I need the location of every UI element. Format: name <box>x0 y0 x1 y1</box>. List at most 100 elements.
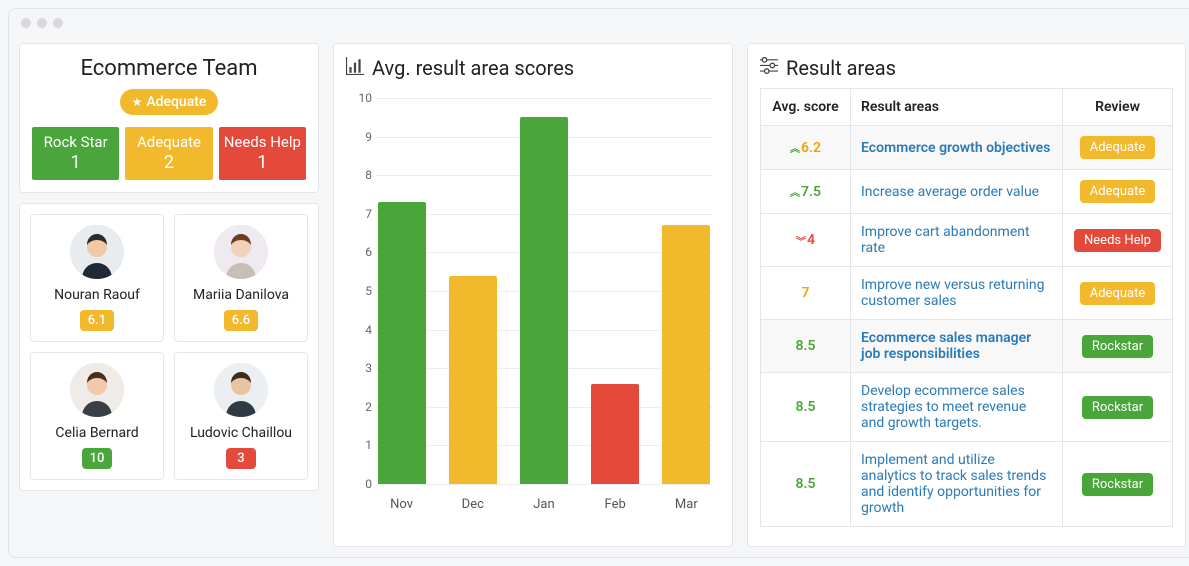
person-score-badge: 6.6 <box>224 310 258 331</box>
team-stats-row: Rock Star 1 Adequate 2 Needs Help 1 <box>32 127 306 180</box>
content-area: Ecommerce Team ★ Adequate Rock Star 1 Ad… <box>9 37 1189 557</box>
chart-gridline <box>376 484 712 485</box>
chart-bar[interactable] <box>662 225 710 484</box>
avatar <box>214 363 268 417</box>
stat-rockstar[interactable]: Rock Star 1 <box>32 127 119 180</box>
col-result-areas[interactable]: Result areas <box>851 89 1063 126</box>
chart-xlabel: Nov <box>378 497 426 512</box>
review-badge[interactable]: Adequate <box>1080 136 1155 159</box>
person-score-badge: 3 <box>226 448 256 469</box>
review-badge[interactable]: Needs Help <box>1074 229 1161 252</box>
chart-bar[interactable] <box>591 384 639 484</box>
review-badge[interactable]: Rockstar <box>1082 335 1153 358</box>
people-grid: Nouran Raouf 6.1 Mariia Danilova 6.6 Celia B… <box>30 214 308 480</box>
stat-needs-help-count: 1 <box>223 152 302 175</box>
chart-xlabels: Nov Dec Jan Feb Mar <box>376 497 712 512</box>
chart-bar[interactable] <box>449 276 497 484</box>
table-row: 7 Improve new versus returning customer s… <box>761 267 1173 320</box>
row-avg-score: ︾4 <box>796 232 815 248</box>
chart-bar[interactable] <box>378 202 426 484</box>
chart-ylabel: 0 <box>346 477 372 491</box>
chart-area: 012345678910 NovDecJanFebMar <box>346 92 720 512</box>
chart-card: Avg. result area scores 012345678910 Nov… <box>333 43 733 547</box>
chart-title: Avg. result area scores <box>372 56 574 80</box>
star-icon: ★ <box>132 95 143 109</box>
chart-ylabel: 2 <box>346 400 372 414</box>
trend-up-icon: ︽ <box>790 184 800 199</box>
stat-adequate-label: Adequate <box>137 133 201 151</box>
stat-needs-help-label: Needs Help <box>224 133 301 151</box>
stat-adequate-count: 2 <box>129 152 208 175</box>
app-window: Ecommerce Team ★ Adequate Rock Star 1 Ad… <box>8 8 1189 558</box>
trend-up-icon: ︽ <box>790 140 800 155</box>
result-table-header-row: Avg. score Result areas Review <box>761 89 1173 126</box>
sliders-icon <box>760 56 778 80</box>
person-card[interactable]: Ludovic Chaillou 3 <box>174 352 308 480</box>
table-row: ︽6.2Ecommerce growth objectivesAdequate <box>761 126 1173 170</box>
review-badge[interactable]: Rockstar <box>1082 396 1153 419</box>
chart-ylabel: 3 <box>346 361 372 375</box>
result-area-link[interactable]: Improve new versus returning customer sa… <box>861 277 1044 309</box>
chart-ylabel: 5 <box>346 284 372 298</box>
person-card[interactable]: Mariia Danilova 6.6 <box>174 214 308 342</box>
stat-needs-help[interactable]: Needs Help 1 <box>219 127 306 180</box>
result-area-link[interactable]: Ecommerce sales manager job responsibili… <box>861 330 1031 362</box>
person-score-badge: 6.1 <box>80 310 114 331</box>
chart-xlabel: Mar <box>662 497 710 512</box>
window-dot-1 <box>21 18 31 28</box>
chart-xlabel: Feb <box>591 497 639 512</box>
result-table: Avg. score Result areas Review ︽6.2Ecomm… <box>760 88 1173 527</box>
avatar <box>214 225 268 279</box>
person-card[interactable]: Nouran Raouf 6.1 <box>30 214 164 342</box>
avatar <box>70 225 124 279</box>
chart-ylabel: 10 <box>346 91 372 105</box>
table-row: ︾4 Improve cart abandonment rate Needs Hel… <box>761 214 1173 267</box>
stat-adequate[interactable]: Adequate 2 <box>125 127 212 180</box>
col-avg-score[interactable]: Avg. score <box>761 89 851 126</box>
review-badge[interactable]: Adequate <box>1080 282 1155 305</box>
chart-ylabel: 4 <box>346 323 372 337</box>
result-area-link[interactable]: Improve cart abandonment rate <box>861 224 1030 256</box>
row-avg-score: 7 <box>802 285 810 301</box>
person-name: Ludovic Chaillou <box>181 425 301 441</box>
result-section-title: Result areas <box>760 56 1173 80</box>
table-row: 8.5Develop ecommerce sales strategies to… <box>761 373 1173 442</box>
person-name: Nouran Raouf <box>37 287 157 303</box>
chart-ylabel: 9 <box>346 130 372 144</box>
avatar <box>70 363 124 417</box>
table-row: 8.5Implement and utilize analytics to tr… <box>761 442 1173 527</box>
review-badge[interactable]: Adequate <box>1080 180 1155 203</box>
person-card[interactable]: Celia Bernard 10 <box>30 352 164 480</box>
chart-section-title: Avg. result area scores <box>346 56 720 80</box>
result-area-link[interactable]: Develop ecommerce sales strategies to me… <box>861 383 1026 431</box>
chart-bars <box>376 98 712 484</box>
review-badge[interactable]: Rockstar <box>1082 473 1153 496</box>
window-dot-2 <box>37 18 47 28</box>
stat-rockstar-label: Rock Star <box>44 133 108 151</box>
team-status-pill[interactable]: ★ Adequate <box>120 89 219 115</box>
right-column: Result areas Avg. score Result areas Rev… <box>747 43 1186 547</box>
chart-ylabel: 7 <box>346 207 372 221</box>
people-card: Nouran Raouf 6.1 Mariia Danilova 6.6 Celia B… <box>19 203 319 491</box>
row-avg-score: ︽7.5 <box>790 184 821 200</box>
person-name: Celia Bernard <box>37 425 157 441</box>
chart-ylabel: 8 <box>346 168 372 182</box>
col-review[interactable]: Review <box>1063 89 1173 126</box>
person-name: Mariia Danilova <box>181 287 301 303</box>
chart-xlabel: Jan <box>520 497 568 512</box>
chart-bar[interactable] <box>520 117 568 484</box>
row-avg-score: 8.5 <box>796 338 816 354</box>
table-row: ︽7.5 Increase average order value Adequate <box>761 170 1173 214</box>
team-card: Ecommerce Team ★ Adequate Rock Star 1 Ad… <box>19 43 319 193</box>
result-area-link[interactable]: Implement and utilize analytics to track… <box>861 452 1046 516</box>
team-status-label: Adequate <box>146 94 206 110</box>
team-title: Ecommerce Team <box>32 56 306 81</box>
chart-ylabel: 6 <box>346 245 372 259</box>
trend-down-icon: ︾ <box>796 233 806 248</box>
middle-column: Avg. result area scores 012345678910 Nov… <box>333 43 733 547</box>
result-area-link[interactable]: Ecommerce growth objectives <box>861 140 1050 156</box>
chart-xlabel: Dec <box>449 497 497 512</box>
table-row: 8.5 Ecommerce sales manager job responsib… <box>761 320 1173 373</box>
person-score-badge: 10 <box>82 448 113 469</box>
result-area-link[interactable]: Increase average order value <box>861 184 1039 200</box>
